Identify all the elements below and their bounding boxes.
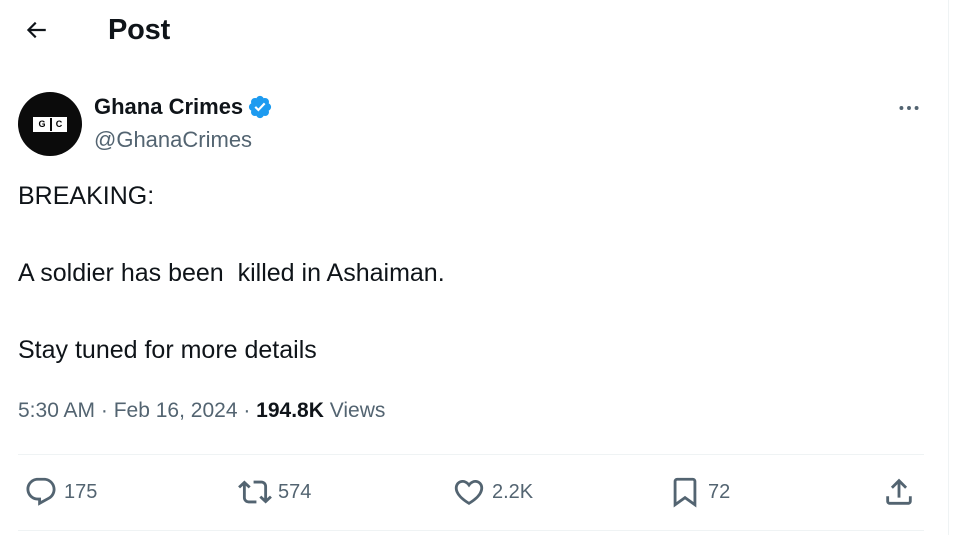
author-handle[interactable]: @GhanaCrimes bbox=[94, 126, 252, 154]
meta-separator: · bbox=[95, 399, 114, 422]
meta-separator: · bbox=[237, 399, 257, 422]
share-button[interactable] bbox=[882, 475, 916, 509]
more-icon bbox=[899, 106, 919, 110]
page-title: Post bbox=[108, 14, 171, 46]
column-border bbox=[948, 0, 949, 535]
divider bbox=[18, 454, 924, 455]
views-count: 194.8K bbox=[256, 399, 324, 422]
like-count: 2.2K bbox=[492, 480, 534, 503]
avatar-logo: G C bbox=[33, 116, 67, 132]
avatar-letter-g: G bbox=[34, 117, 50, 131]
like-button[interactable]: 2.2K bbox=[452, 475, 533, 509]
back-arrow-icon bbox=[26, 21, 46, 39]
like-icon bbox=[454, 479, 484, 505]
post-date-link[interactable]: Feb 16, 2024 bbox=[114, 399, 238, 422]
reply-button[interactable]: 175 bbox=[24, 475, 97, 509]
share-icon bbox=[886, 478, 912, 505]
views-label: Views bbox=[323, 399, 386, 422]
avatar[interactable]: G C bbox=[18, 92, 82, 156]
more-button[interactable] bbox=[893, 94, 925, 122]
back-button[interactable] bbox=[16, 12, 56, 48]
bookmark-count: 72 bbox=[708, 480, 731, 503]
author-name-link[interactable]: Ghana Crimes bbox=[94, 93, 273, 121]
bookmark-icon bbox=[673, 477, 697, 508]
tweet-meta: 5:30 AM · Feb 16, 2024 · 194.8K Views bbox=[18, 396, 385, 426]
divider bbox=[18, 530, 924, 531]
post-time-link[interactable]: 5:30 AM bbox=[18, 399, 95, 422]
reply-count: 175 bbox=[64, 480, 98, 503]
retweet-icon bbox=[238, 480, 272, 504]
repost-button[interactable]: 574 bbox=[238, 475, 311, 509]
views-link[interactable]: 194.8K Views bbox=[256, 399, 385, 422]
avatar-letter-c: C bbox=[50, 117, 66, 131]
reply-icon bbox=[26, 477, 56, 506]
tweet-text-line: A soldier has been killed in Ashaiman. bbox=[18, 259, 445, 287]
tweet-text-line: Stay tuned for more details bbox=[18, 336, 317, 364]
repost-count: 574 bbox=[278, 480, 312, 503]
tweet-text-line: BREAKING: bbox=[18, 182, 155, 210]
bookmark-button[interactable]: 72 bbox=[668, 475, 730, 509]
verified-badge-icon bbox=[249, 95, 272, 119]
author-name: Ghana Crimes bbox=[94, 94, 244, 119]
